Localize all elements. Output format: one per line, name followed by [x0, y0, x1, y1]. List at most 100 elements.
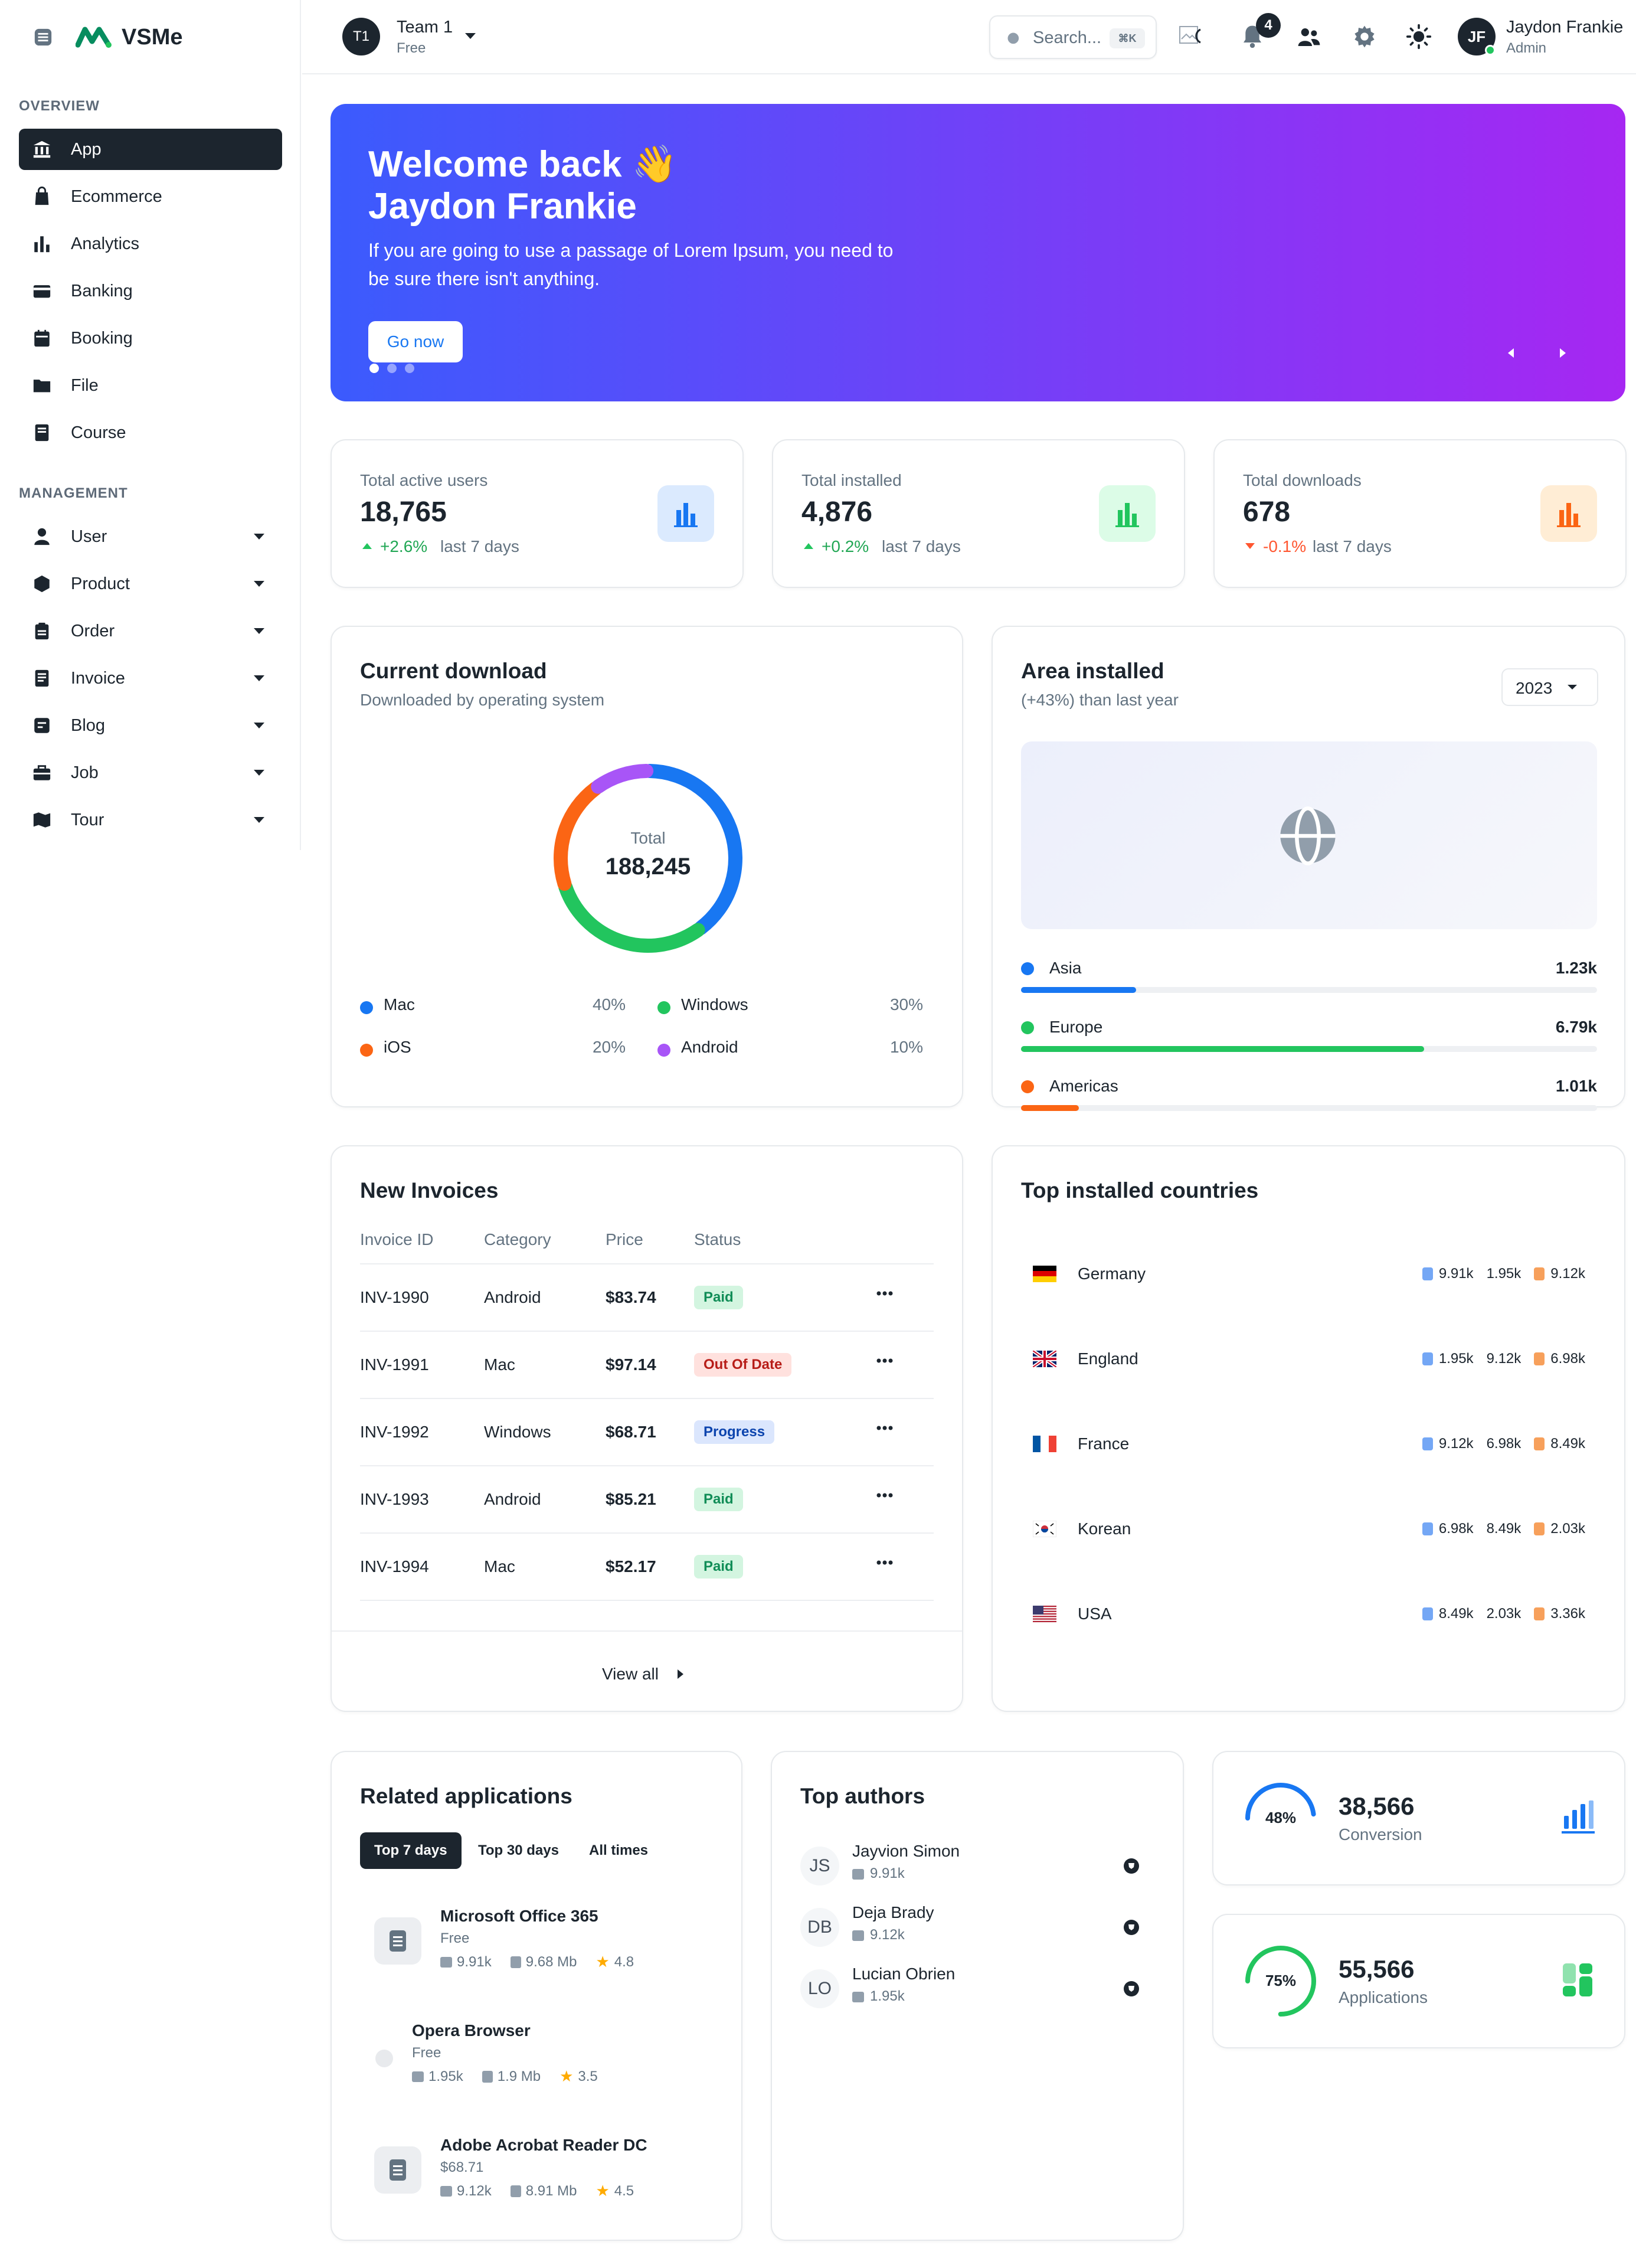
- table-row[interactable]: INV-1992 Windows $68.71 Progress: [360, 1398, 934, 1465]
- settings-gear-icon[interactable]: [1353, 25, 1376, 48]
- banner-description: If you are going to use a passage of Lor…: [368, 240, 894, 289]
- app-name[interactable]: Microsoft Office 365: [440, 1907, 598, 1926]
- status-badge: Paid: [694, 1286, 743, 1309]
- language-flag-icon[interactable]: [1179, 26, 1205, 46]
- kr-flag-icon: [1033, 1521, 1056, 1537]
- country-row[interactable]: France 9.12k 6.98k 8.49k: [1021, 1427, 1597, 1463]
- card-subtitle: Downloaded by operating system: [360, 691, 605, 709]
- donut-slice-android[interactable]: [591, 764, 654, 794]
- sidebar-item-order[interactable]: Order: [19, 610, 282, 652]
- sidebar-item-label: Course: [71, 423, 126, 442]
- carousel-dot-active[interactable]: [369, 364, 379, 373]
- region-label: Asia: [1049, 959, 1082, 977]
- sidebar-item-app[interactable]: App: [19, 129, 282, 170]
- search-box[interactable]: Search... ⌘K: [989, 15, 1157, 59]
- column-header: Category: [484, 1230, 551, 1249]
- sidebar-item-label: User: [71, 527, 107, 546]
- app-size: 1.9 Mb: [497, 2068, 541, 2084]
- stat-card: Total installed 4,876 +0.2% last 7 days: [772, 439, 1185, 588]
- country-row[interactable]: USA 8.49k 2.03k 3.36k: [1021, 1597, 1597, 1633]
- invoice-id: INV-1990: [360, 1288, 429, 1306]
- chevron-down-icon[interactable]: [253, 816, 266, 824]
- summary-widget: 75% 55,566 Applications: [1212, 1914, 1625, 2048]
- us-flag-icon: [1033, 1606, 1056, 1622]
- status-badge: Out Of Date: [694, 1353, 792, 1377]
- sidebar-item-course[interactable]: Course: [19, 412, 282, 453]
- contacts-icon[interactable]: [1297, 26, 1321, 48]
- sidebar-item-job[interactable]: Job: [19, 752, 282, 793]
- table-row[interactable]: INV-1993 Android $85.21 Paid: [360, 1465, 934, 1532]
- more-options-icon[interactable]: [876, 1425, 894, 1431]
- sidebar-item-tour[interactable]: Tour: [19, 799, 282, 841]
- chevron-down-icon[interactable]: [253, 769, 266, 777]
- country-row[interactable]: England 1.95k 9.12k 6.98k: [1021, 1342, 1597, 1378]
- author-name[interactable]: Jayvion Simon: [852, 1842, 960, 1861]
- more-options-icon[interactable]: [876, 1290, 894, 1296]
- sidebar-item-analytics[interactable]: Analytics: [19, 223, 282, 264]
- card-title: New Invoices: [360, 1178, 499, 1202]
- trophy-icon: [1123, 1980, 1140, 1998]
- stat-bar-chart-icon: [1099, 485, 1156, 542]
- author-name[interactable]: Lucian Obrien: [852, 1965, 955, 1983]
- country-row[interactable]: Germany 9.91k 1.95k 9.12k: [1021, 1257, 1597, 1293]
- region-label: Americas: [1049, 1077, 1118, 1095]
- donut-slice-windows[interactable]: [558, 880, 705, 953]
- carousel-dot[interactable]: [387, 364, 397, 373]
- more-options-icon[interactable]: [876, 1358, 894, 1364]
- new-invoices-card: New Invoices Invoice ID Category Price Stat…: [331, 1145, 963, 1712]
- ios-icon: [1534, 1437, 1545, 1450]
- trend-up-icon: [803, 542, 814, 550]
- author-name[interactable]: Deja Brady: [852, 1903, 934, 1922]
- team-avatar[interactable]: T1: [342, 18, 380, 55]
- sidebar-item-banking[interactable]: Banking: [19, 270, 282, 312]
- sidebar-item-ecommerce[interactable]: Ecommerce: [19, 176, 282, 217]
- chevron-down-icon[interactable]: [253, 721, 266, 730]
- year-select[interactable]: 2023: [1501, 668, 1598, 706]
- sidebar-item-booking[interactable]: Booking: [19, 318, 282, 359]
- sidebar-item-invoice[interactable]: Invoice: [19, 658, 282, 699]
- table-row[interactable]: INV-1991 Mac $97.14 Out Of Date: [360, 1331, 934, 1398]
- briefcase-icon: [32, 763, 52, 783]
- carousel-dot[interactable]: [405, 364, 414, 373]
- more-options-icon[interactable]: [876, 1560, 894, 1566]
- sidebar-item-user[interactable]: User: [19, 516, 282, 557]
- legend-label: Windows: [681, 995, 748, 1014]
- app-name[interactable]: Opera Browser: [412, 2021, 531, 2040]
- country-row[interactable]: Korean 6.98k 8.49k 2.03k: [1021, 1512, 1597, 1548]
- tab-top-30-days[interactable]: Top 30 days: [464, 1832, 573, 1869]
- chevron-down-icon[interactable]: [253, 532, 266, 541]
- app-icon: [374, 1917, 421, 1965]
- go-now-button[interactable]: Go now: [368, 321, 463, 362]
- table-row[interactable]: INV-1994 Mac $52.17 Paid: [360, 1532, 934, 1600]
- carousel-prev-icon[interactable]: [1506, 347, 1516, 359]
- chevron-down-icon[interactable]: [253, 580, 266, 588]
- user-name[interactable]: Jaydon Frankie: [1506, 18, 1623, 37]
- invoice-category: Android: [484, 1490, 541, 1508]
- chevron-down-icon[interactable]: [253, 627, 266, 635]
- more-options-icon[interactable]: [876, 1492, 894, 1498]
- sidebar-item-file[interactable]: File: [19, 365, 282, 406]
- sidebar-item-blog[interactable]: Blog: [19, 705, 282, 746]
- theme-sun-icon[interactable]: [1406, 24, 1432, 50]
- invoice-id: INV-1992: [360, 1423, 429, 1441]
- app-name[interactable]: Adobe Acrobat Reader DC: [440, 2136, 647, 2155]
- table-row[interactable]: INV-1990 Android $83.74 Paid: [360, 1263, 934, 1331]
- view-all-button[interactable]: View all: [602, 1659, 696, 1694]
- ios-count: 2.03k: [1550, 1521, 1585, 1537]
- tab-top-7-days[interactable]: Top 7 days: [360, 1832, 462, 1869]
- sidebar-item-product[interactable]: Product: [19, 563, 282, 604]
- de-flag-icon: [1033, 1266, 1056, 1282]
- team-name[interactable]: Team 1: [397, 18, 453, 37]
- team-chevron-down-icon[interactable]: [464, 32, 477, 40]
- donut-slice-mac[interactable]: [642, 764, 742, 936]
- stat-bar-chart-icon: [1540, 485, 1597, 542]
- menu-icon[interactable]: [33, 27, 53, 47]
- chevron-down-icon[interactable]: [253, 674, 266, 682]
- file-size-icon: [510, 1956, 521, 1968]
- ios-count: 6.98k: [1550, 1351, 1585, 1367]
- tab-all-times[interactable]: All times: [575, 1832, 662, 1869]
- region-progress-fill: [1021, 1105, 1079, 1111]
- app-meta: 9.12k 8.91 Mb ★ 4.5: [440, 2182, 634, 2200]
- carousel-next-icon[interactable]: [1558, 347, 1568, 359]
- invoice-id: INV-1991: [360, 1355, 429, 1374]
